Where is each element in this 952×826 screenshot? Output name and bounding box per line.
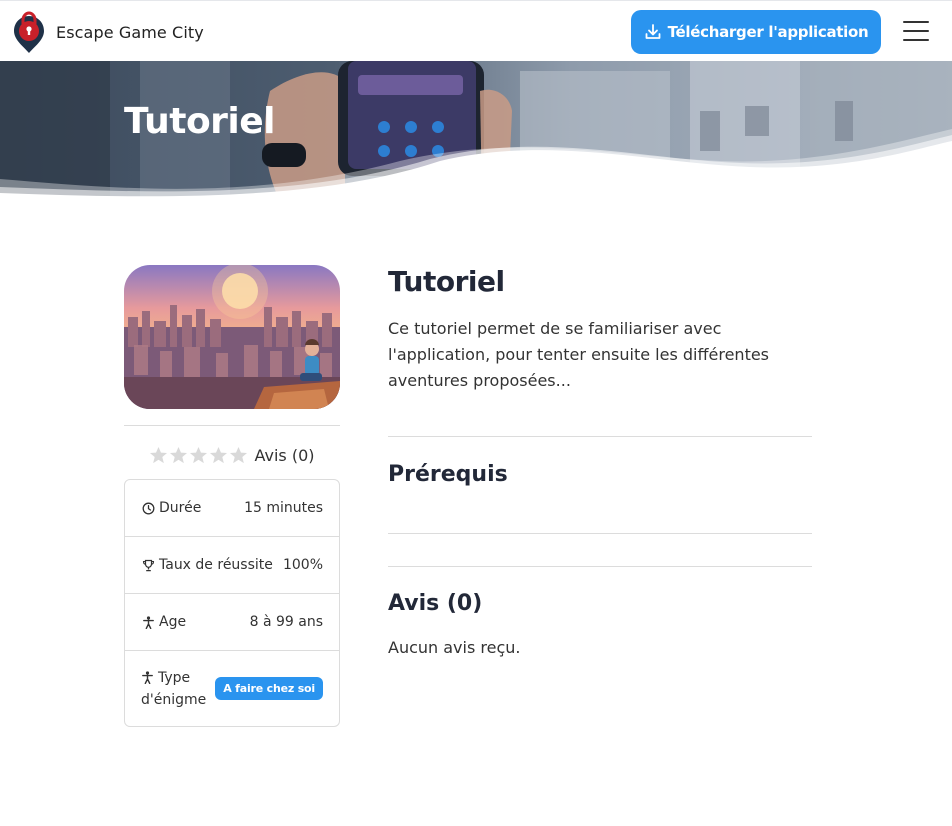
game-description: Ce tutoriel permet de se familiariser av… bbox=[388, 319, 770, 390]
divider bbox=[388, 436, 812, 437]
duration-value: 15 minutes bbox=[244, 500, 323, 516]
hero-title: Tutoriel bbox=[124, 101, 276, 142]
download-app-button[interactable]: Télécharger l'application bbox=[631, 10, 881, 54]
no-reviews-text: Aucun avis reçu. bbox=[388, 638, 521, 657]
brand[interactable]: Escape Game City bbox=[12, 10, 204, 54]
star-empty-icon bbox=[150, 446, 168, 464]
person-icon bbox=[142, 671, 153, 684]
age-value: 8 à 99 ans bbox=[249, 614, 323, 630]
duration-label: Durée bbox=[159, 500, 202, 516]
trophy-icon bbox=[142, 559, 155, 571]
game-info-card: Durée 15 minutes Taux de réussite 100% A… bbox=[124, 479, 340, 727]
star-empty-icon bbox=[190, 446, 208, 464]
info-label: Age bbox=[142, 614, 186, 630]
game-title: Tutoriel bbox=[388, 265, 505, 298]
age-label: Age bbox=[159, 614, 187, 630]
puzzle-type-label-line2: d'énigme bbox=[141, 691, 207, 708]
star-rating bbox=[149, 446, 249, 465]
rating-summary: Avis (0) bbox=[124, 446, 340, 465]
reviews-heading: Avis (0) bbox=[388, 591, 483, 616]
info-label: Type d'énigme bbox=[141, 667, 206, 711]
navbar: Escape Game City Télécharger l'applicati… bbox=[0, 0, 952, 61]
person-icon bbox=[143, 615, 154, 629]
divider bbox=[388, 566, 812, 567]
escape-game-thumbnail bbox=[124, 265, 340, 409]
info-label: Taux de réussite bbox=[142, 557, 273, 573]
info-row-success-rate: Taux de réussite 100% bbox=[125, 536, 339, 593]
success-rate-value: 100% bbox=[282, 557, 323, 573]
menu-hamburger-icon[interactable] bbox=[903, 21, 929, 43]
hero-banner: Tutoriel bbox=[0, 61, 952, 201]
info-label-line: Type bbox=[141, 667, 206, 689]
clock-icon bbox=[142, 502, 155, 514]
divider bbox=[388, 533, 812, 534]
star-empty-icon bbox=[230, 446, 248, 464]
padlock-logo-icon bbox=[14, 11, 44, 53]
info-label: Durée bbox=[142, 500, 201, 516]
download-icon bbox=[645, 24, 661, 39]
prerequisites-heading: Prérequis bbox=[388, 462, 508, 487]
info-row-puzzle-type: Type d'énigme A faire chez soi bbox=[125, 650, 339, 726]
divider bbox=[124, 425, 340, 426]
info-row-age: Age 8 à 99 ans bbox=[125, 593, 339, 650]
puzzle-type-label-line1: Type bbox=[158, 669, 191, 686]
star-empty-icon bbox=[170, 446, 188, 464]
download-app-label: Télécharger l'application bbox=[667, 23, 869, 41]
brand-name: Escape Game City bbox=[56, 22, 204, 42]
puzzle-type-badge: A faire chez soi bbox=[215, 677, 323, 700]
star-empty-icon bbox=[210, 446, 228, 464]
rating-count-label[interactable]: Avis (0) bbox=[254, 446, 314, 465]
info-row-duration: Durée 15 minutes bbox=[125, 480, 339, 536]
success-rate-label: Taux de réussite bbox=[159, 557, 273, 573]
